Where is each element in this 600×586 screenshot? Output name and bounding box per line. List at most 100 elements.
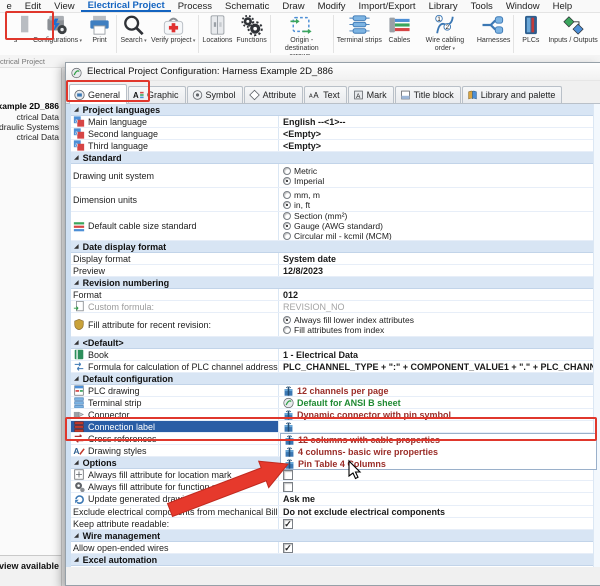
radio-option-mm-m[interactable]: mm, m	[283, 190, 320, 200]
property-value-cell[interactable]: Ask me	[279, 493, 600, 505]
grid-section-date-display-format[interactable]: ◢ Date display format	[66, 241, 600, 253]
dropdown-item-4-columns-basic-wire-properties[interactable]: 4 columns- basic wire properties	[281, 446, 596, 458]
menu-item-process[interactable]: Process	[171, 0, 218, 12]
property-name-cell[interactable]: a Main language	[66, 116, 279, 127]
toolbar-button-verify-project[interactable]: Verify project ▾	[149, 14, 197, 45]
toolbar-button-functions[interactable]: Functions	[234, 14, 268, 45]
tree-item-example-2d-886[interactable]: Example 2D_886	[0, 101, 59, 111]
property-name-cell[interactable]: Update generated drawings:	[66, 493, 279, 505]
checkbox-icon[interactable]: ✓	[283, 518, 293, 529]
checkbox-icon[interactable]	[283, 469, 293, 480]
grid-section-revision-numbering[interactable]: ◢ Revision numbering	[66, 277, 600, 289]
property-value-cell[interactable]: Metric Imperial	[279, 164, 600, 187]
toolbar-button-origin-destination-arrows[interactable]: Origin - destination arrows ▾	[272, 14, 332, 55]
menu-item-electrical-project[interactable]: Electrical Project	[81, 0, 172, 12]
toolbar-button-wire-cabling-order[interactable]: 1 2 Wire cabling order ▾	[415, 14, 475, 53]
property-name-cell[interactable]: Terminal strip	[66, 397, 279, 408]
toolbar-button-cables[interactable]: Cables	[384, 14, 415, 45]
toolbar-button-locations[interactable]: Locations	[200, 14, 234, 45]
menu-item-library[interactable]: Library	[422, 0, 464, 12]
property-value-cell[interactable]: Always fill lower index attributes Fill a…	[279, 313, 600, 336]
property-value-cell[interactable]	[279, 481, 600, 492]
property-value-cell[interactable]: <Empty>	[279, 128, 600, 139]
property-name-cell[interactable]: Book	[66, 349, 279, 360]
property-name-cell[interactable]: a Third language	[66, 140, 279, 151]
tab-general[interactable]: General	[69, 84, 128, 104]
property-value-cell[interactable]: 12 channels per page	[279, 385, 600, 396]
property-value-cell[interactable]: System date	[279, 253, 600, 264]
property-name-cell[interactable]: Exclude electrical components from mecha…	[66, 506, 279, 517]
property-value-cell[interactable]: mm, m in, ft	[279, 188, 600, 211]
checkbox-icon[interactable]: ✓	[283, 542, 293, 553]
radio-option-fill-attributes-from-index[interactable]: Fill attributes from index	[283, 325, 384, 335]
property-name-cell[interactable]: Fill attribute for recent revision:	[66, 313, 279, 336]
property-value-cell[interactable]: Dynamic connector with pin symbol	[279, 409, 600, 420]
toolbar-button-s[interactable]: s	[0, 14, 31, 45]
menu-item-draw[interactable]: Draw	[276, 0, 311, 12]
property-value-cell[interactable]	[279, 421, 600, 432]
property-value-cell[interactable]: 12/8/2023	[279, 265, 600, 276]
tree-item-ctrical-data[interactable]: ctrical Data	[16, 132, 59, 142]
menu-item-modify[interactable]: Modify	[311, 0, 352, 12]
dropdown-item-pin-table-4-columns[interactable]: Pin Table 4 Columns	[281, 458, 596, 470]
property-name-cell[interactable]: Display format	[66, 253, 279, 264]
dropdown-item-12-columns-with-cable-properties[interactable]: 12 columns with cable properties	[281, 434, 596, 446]
property-name-cell[interactable]: Dimension units	[66, 188, 279, 211]
menu-item-import-export[interactable]: Import/Export	[352, 0, 422, 12]
property-value-cell[interactable]: English --<1>--	[279, 116, 600, 127]
property-name-cell[interactable]: PLC drawing	[66, 385, 279, 396]
grid-section-default-configuration[interactable]: ◢ Default configuration	[66, 373, 600, 385]
property-name-cell[interactable]: Formula for calculation of PLC channel a…	[66, 361, 279, 372]
property-name-cell[interactable]: Keep attribute readable:	[66, 518, 279, 529]
property-value-cell[interactable]: PLC_CHANNEL_TYPE + ":" + COMPONENT_VALUE…	[279, 361, 600, 372]
toolbar-button-terminal-strips[interactable]: Terminal strips	[335, 14, 384, 45]
toolbar-button-inputs-outputs[interactable]: Inputs / Outputs	[546, 14, 599, 45]
property-value-cell[interactable]: <Empty>	[279, 140, 600, 151]
property-name-cell[interactable]: Connector	[66, 409, 279, 420]
grid-section-excel-automation[interactable]: ◢ Excel automation	[66, 554, 600, 566]
menu-item-edit[interactable]: Edit	[18, 0, 47, 12]
dialog-title-bar[interactable]: Electrical Project Configuration: Harnes…	[66, 63, 600, 81]
property-name-cell[interactable]: A Drawing styles	[66, 445, 279, 456]
property-name-cell[interactable]: Allow open-ended wires	[66, 542, 279, 553]
property-name-cell[interactable]: Format	[66, 289, 279, 300]
menu-item-window[interactable]: Window	[499, 0, 546, 12]
radio-option-always-fill-lower-index-attributes[interactable]: Always fill lower index attributes	[283, 315, 414, 325]
grid-section-standard[interactable]: ◢ Standard	[66, 152, 600, 164]
radio-option-section-mm[interactable]: Section (mm²)	[283, 212, 347, 221]
property-value-cell[interactable]: ✓	[279, 518, 600, 529]
property-name-cell[interactable]: Preview	[66, 265, 279, 276]
radio-icon[interactable]	[283, 176, 291, 185]
grid-section-project-languages[interactable]: ◢ Project languages	[66, 104, 600, 116]
radio-icon[interactable]	[283, 212, 291, 220]
property-name-cell[interactable]: Custom formula:	[66, 301, 279, 312]
menu-item-view[interactable]: View	[48, 0, 81, 12]
radio-option-metric[interactable]: Metric	[283, 166, 317, 176]
property-name-cell[interactable]: Always fill attribute for location mark	[66, 469, 279, 480]
radio-icon[interactable]	[283, 222, 291, 230]
toolbar-button-configurations[interactable]: Configurations ▾	[31, 14, 84, 45]
radio-option-circular-mil-kcmil-mcm[interactable]: Circular mil - kcmil (MCM)	[283, 231, 392, 240]
radio-option-imperial[interactable]: Imperial	[283, 176, 324, 186]
property-name-cell[interactable]: Default cable size standard	[66, 212, 279, 240]
menu-item-help[interactable]: Help	[546, 0, 579, 12]
property-name-cell[interactable]: a Second language	[66, 128, 279, 139]
property-name-cell[interactable]: Cross references	[66, 433, 279, 444]
radio-option-in-ft[interactable]: in, ft	[283, 200, 310, 210]
property-value-cell[interactable]: REVISION_NO	[279, 301, 600, 312]
property-value-cell[interactable]	[279, 469, 600, 480]
property-value-cell[interactable]: ✓	[279, 542, 600, 553]
tab-text[interactable]: A A Text	[304, 86, 347, 103]
property-value-cell[interactable]: 012	[279, 289, 600, 300]
toolbar-button-search[interactable]: Search ▾	[118, 14, 149, 45]
tab-title-block[interactable]: Title block	[394, 86, 461, 103]
property-value-cell[interactable]: Do not exclude electrical components	[279, 506, 600, 517]
property-value-cell[interactable]: Default for ANSI B sheet	[279, 397, 600, 408]
radio-icon[interactable]	[283, 200, 291, 209]
grid-section-default[interactable]: ◢ <Default>	[66, 337, 600, 349]
radio-icon[interactable]	[283, 232, 291, 240]
menu-item-tools[interactable]: Tools	[464, 0, 499, 12]
property-name-cell[interactable]: Drawing unit system	[66, 164, 279, 187]
tab-mark[interactable]: A Mark	[347, 86, 394, 103]
tree-item-ctrical-data[interactable]: ctrical Data	[16, 112, 59, 122]
